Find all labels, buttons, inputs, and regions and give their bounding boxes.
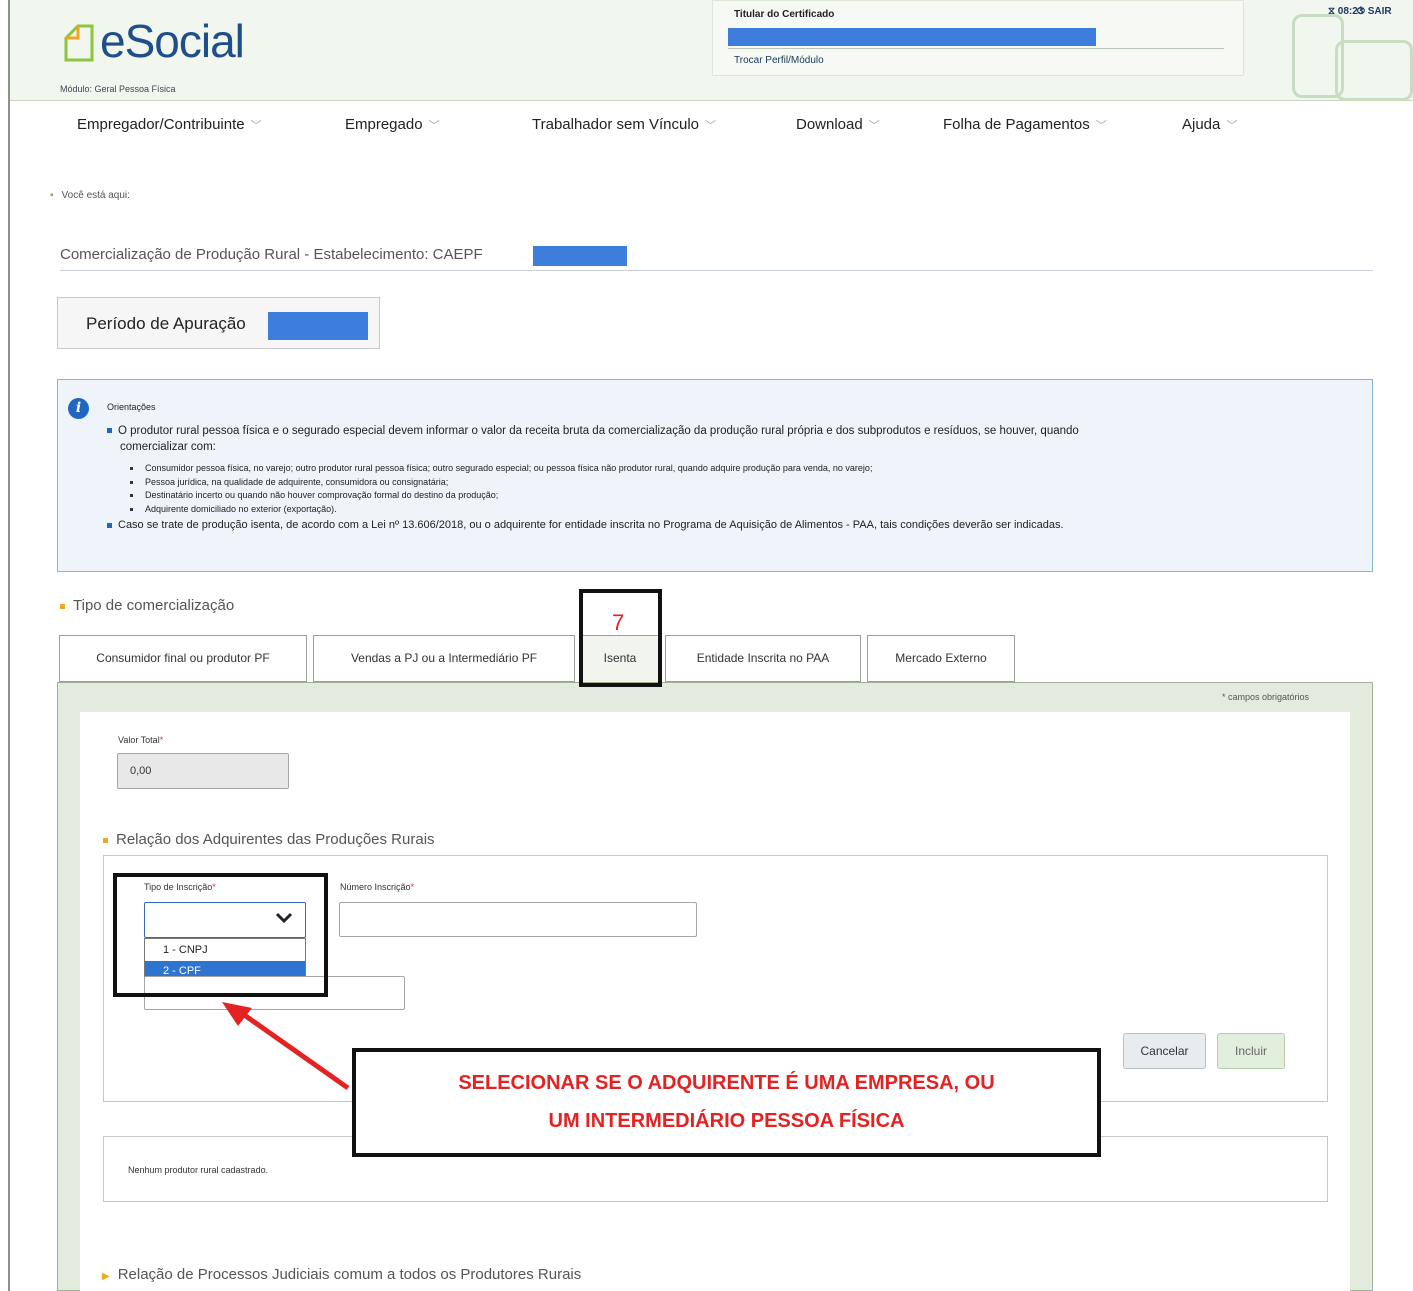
annotation-number: 7: [612, 610, 625, 635]
include-button[interactable]: Incluir: [1217, 1033, 1285, 1069]
valor-total-label: Valor Total*: [118, 735, 164, 745]
annotation-callout: [352, 1048, 1101, 1157]
valor-total-field: 0,00: [117, 753, 289, 789]
info-line: O produtor rural pessoa física e o segur…: [107, 425, 1079, 437]
tab-vendas-pj[interactable]: Vendas a PJ ou a Intermediário PF: [313, 635, 575, 682]
info-sub-item: Consumidor pessoa física, no varejo; out…: [130, 463, 872, 473]
required-note: * campos obrigatórios: [1222, 692, 1310, 702]
redacted-certificate-holder: [728, 28, 1096, 46]
processos-judiciais-toggle[interactable]: ▶ Relação de Processos Judiciais comum a …: [102, 1266, 581, 1283]
switch-profile-link[interactable]: Trocar Perfil/Módulo: [734, 55, 824, 66]
callout-line: SELECIONAR SE O ADQUIRENTE É UMA EMPRESA…: [458, 1072, 995, 1094]
info-sub-item: Destinatário incerto ou quando não houve…: [130, 490, 498, 500]
redacted-period: [268, 312, 368, 340]
tipo-comercializacao-label: Tipo de comercialização: [60, 597, 234, 614]
chevron-down-icon: ﹀: [868, 120, 880, 132]
cancel-button[interactable]: Cancelar: [1123, 1033, 1206, 1069]
certificate-divider: [728, 48, 1224, 49]
page-frame: [8, 0, 10, 1291]
numero-inscricao-label: Número Inscrição*: [340, 882, 415, 892]
chevron-down-icon: ﹀: [250, 120, 262, 132]
info-line: Caso se trate de produção isenta, de aco…: [107, 519, 1064, 531]
info-sub-item: Pessoa jurídica, na qualidade de adquire…: [130, 477, 448, 487]
menu-empregador[interactable]: Empregador/Contribuinte ﹀: [77, 116, 262, 133]
info-sub-item: Adquirente domiciliado no exterior (expo…: [130, 504, 337, 514]
period-label: Período de Apuração: [86, 314, 246, 333]
menu-ajuda[interactable]: Ajuda ﹀: [1182, 116, 1237, 133]
empty-message: Nenhum produtor rural cadastrado.: [128, 1165, 269, 1175]
adquirentes-label: Relação dos Adquirentes das Produções Ru…: [103, 831, 435, 848]
info-title: Orientações: [107, 402, 156, 412]
bullet-icon: ▪: [50, 190, 54, 201]
chevron-down-icon: ﹀: [1095, 120, 1107, 132]
annotation-box: [579, 589, 662, 687]
annotation-box: [113, 873, 328, 997]
numero-inscricao-input[interactable]: [339, 902, 697, 937]
info-line: comercializar com:: [120, 441, 216, 453]
callout-line: UM INTERMEDIÁRIO PESSOA FÍSICA: [548, 1110, 905, 1132]
menu-folha[interactable]: Folha de Pagamentos ﹀: [943, 116, 1107, 133]
breadcrumb: ▪ Você está aqui:: [50, 190, 130, 201]
chevron-down-icon: ﹀: [428, 120, 440, 132]
logo-text: eSocial: [100, 15, 245, 67]
certificate-title: Titular do Certificado: [734, 9, 835, 20]
title-divider: [60, 270, 1373, 271]
info-box: [57, 379, 1373, 572]
module-name: Módulo: Geral Pessoa Física: [60, 84, 176, 94]
tab-entidade-paa[interactable]: Entidade Inscrita no PAA: [665, 635, 861, 682]
annotation-arrow-icon: [222, 1002, 350, 1091]
chevron-down-icon: ﹀: [1226, 120, 1238, 132]
tab-mercado-externo[interactable]: Mercado Externo: [867, 635, 1015, 682]
tab-consumidor-final[interactable]: Consumidor final ou produtor PF: [59, 635, 307, 682]
header-decoration: [1335, 40, 1413, 101]
info-icon: i: [68, 398, 89, 419]
menu-empregado[interactable]: Empregado ﹀: [345, 116, 440, 133]
menu-download[interactable]: Download ﹀: [796, 116, 880, 133]
chevron-down-icon: ﹀: [705, 120, 717, 132]
esocial-logo-icon: [64, 24, 94, 62]
caret-right-icon: ▶: [102, 1271, 110, 1282]
redacted-caepf: [533, 246, 627, 266]
menu-trabalhador[interactable]: Trabalhador sem Vínculo ﹀: [532, 116, 716, 133]
exit-button[interactable]: ⏻ SAIR: [1357, 6, 1392, 17]
